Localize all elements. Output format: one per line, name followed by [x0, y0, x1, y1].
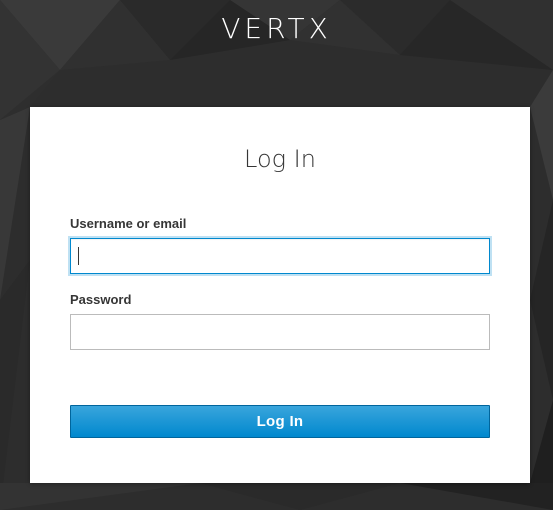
- password-input[interactable]: [70, 314, 490, 350]
- brand-logo: VERTX: [221, 12, 332, 45]
- login-button[interactable]: Log In: [70, 405, 490, 438]
- text-cursor: [78, 247, 79, 265]
- page-title: Log In: [244, 145, 316, 173]
- username-label: Username or email: [70, 216, 187, 231]
- password-label: Password: [70, 292, 132, 307]
- username-input[interactable]: [70, 238, 490, 274]
